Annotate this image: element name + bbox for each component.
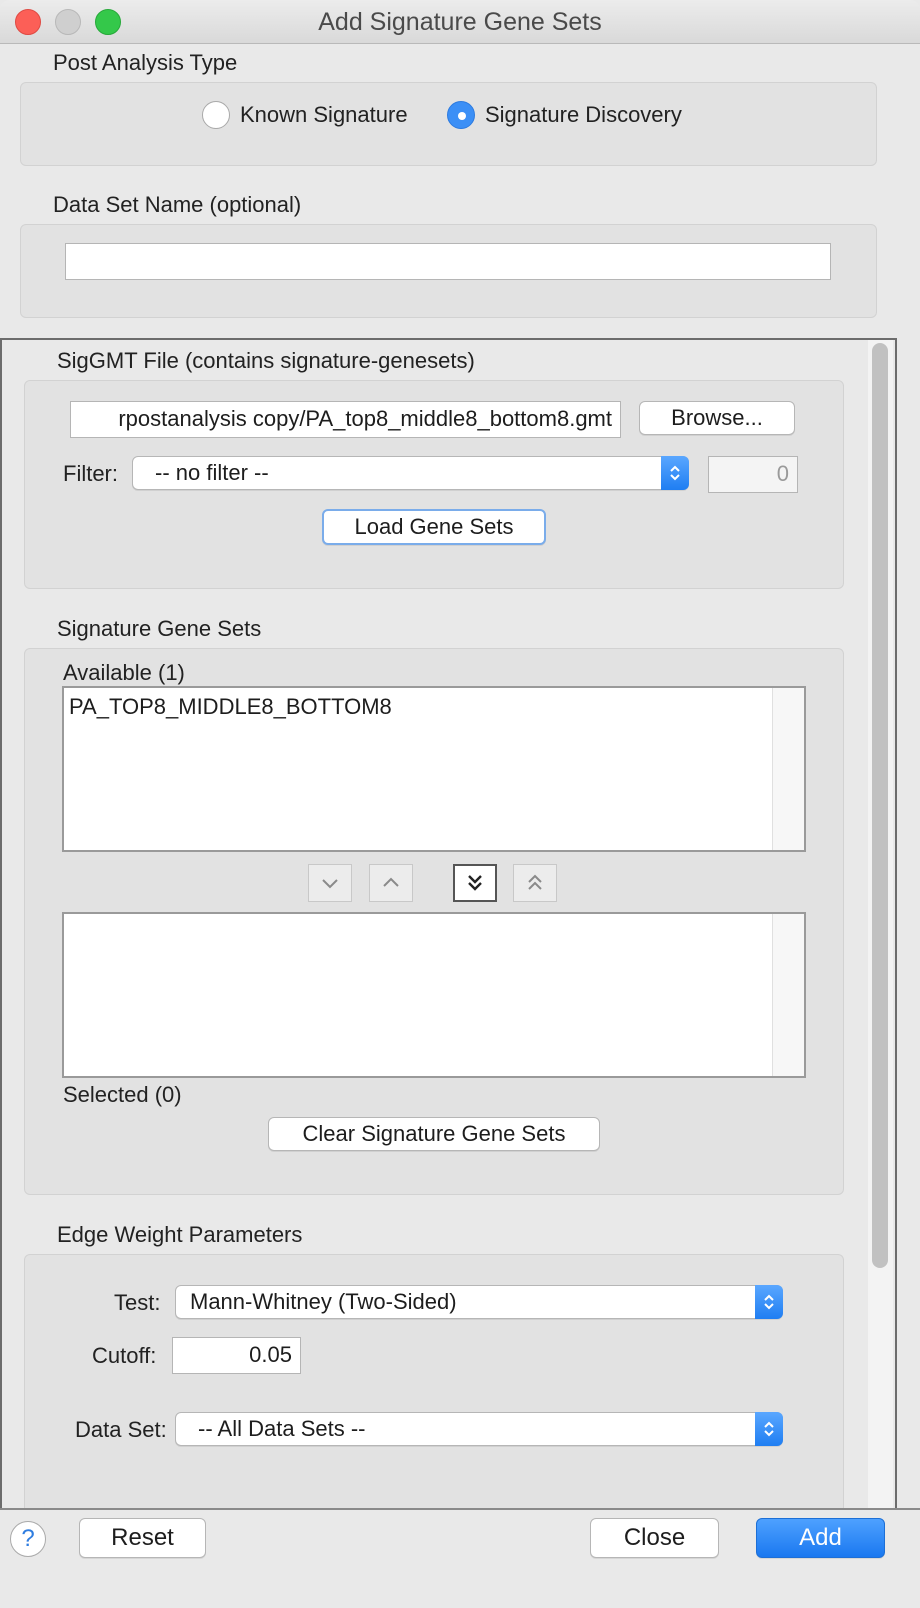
load-gene-sets-button[interactable]: Load Gene Sets xyxy=(322,509,546,545)
chevron-up-icon xyxy=(383,877,399,887)
post-analysis-type-label: Post Analysis Type xyxy=(53,50,238,75)
help-icon[interactable]: ? xyxy=(10,1521,46,1557)
test-label: Test: xyxy=(114,1290,161,1315)
filter-select-value: -- no filter -- xyxy=(155,460,269,485)
edge-weight-parameters-label: Edge Weight Parameters xyxy=(57,1222,303,1247)
signature-discovery-label[interactable]: Signature Discovery xyxy=(485,102,682,128)
close-button[interactable]: Close xyxy=(590,1518,719,1558)
siggmt-file-input[interactable]: rpostanalysis copy/PA_top8_middle8_botto… xyxy=(70,401,621,438)
scrollbar-thumb[interactable] xyxy=(872,343,888,1268)
updown-chevron-icon xyxy=(755,1285,783,1319)
chevron-down-icon xyxy=(322,879,338,889)
reset-button[interactable]: Reset xyxy=(79,1518,206,1558)
siggmt-file-path: rpostanalysis copy/PA_top8_middle8_botto… xyxy=(118,406,612,431)
filter-label: Filter: xyxy=(63,461,118,486)
window-title: Add Signature Gene Sets xyxy=(318,8,602,36)
available-list-scrollbar[interactable] xyxy=(772,688,804,850)
filter-select[interactable]: -- no filter -- xyxy=(132,456,689,490)
dataset-select[interactable]: -- All Data Sets -- xyxy=(175,1412,783,1446)
list-item[interactable]: PA_TOP8_MIDDLE8_BOTTOM8 xyxy=(69,694,392,720)
selected-list-scrollbar[interactable] xyxy=(772,914,804,1076)
double-chevron-down-icon xyxy=(468,875,482,891)
known-signature-radio[interactable] xyxy=(202,101,230,129)
dataset-name-label: Data Set Name (optional) xyxy=(53,192,302,217)
browse-button[interactable]: Browse... xyxy=(639,401,795,435)
available-label: Available (1) xyxy=(63,660,185,685)
known-signature-label[interactable]: Known Signature xyxy=(240,102,408,128)
signature-gene-sets-label: Signature Gene Sets xyxy=(57,616,262,641)
dataset-select-value: -- All Data Sets -- xyxy=(198,1416,366,1441)
move-down-button[interactable] xyxy=(308,864,352,902)
clear-signature-gene-sets-button[interactable]: Clear Signature Gene Sets xyxy=(268,1117,600,1151)
double-chevron-up-icon xyxy=(528,874,542,890)
cutoff-label: Cutoff: xyxy=(92,1343,157,1368)
dataset-label: Data Set: xyxy=(75,1417,167,1442)
dataset-name-input[interactable] xyxy=(65,243,831,280)
add-button[interactable]: Add xyxy=(756,1518,885,1558)
updown-chevron-icon xyxy=(661,456,689,490)
selected-list[interactable] xyxy=(62,912,806,1078)
available-list[interactable]: PA_TOP8_MIDDLE8_BOTTOM8 xyxy=(62,686,806,852)
test-select-value: Mann-Whitney (Two-Sided) xyxy=(190,1289,457,1314)
move-all-down-button[interactable] xyxy=(453,864,497,902)
updown-chevron-icon xyxy=(755,1412,783,1446)
selected-label: Selected (0) xyxy=(63,1082,182,1107)
signature-discovery-radio[interactable] xyxy=(447,101,475,129)
test-select[interactable]: Mann-Whitney (Two-Sided) xyxy=(175,1285,783,1319)
move-all-up-button[interactable] xyxy=(513,864,557,902)
move-up-button[interactable] xyxy=(369,864,413,902)
cutoff-input[interactable]: 0.05 xyxy=(172,1337,301,1374)
filter-count-field: 0 xyxy=(708,456,798,493)
post-analysis-type-panel xyxy=(20,82,877,166)
siggmt-file-label: SigGMT File (contains signature-genesets… xyxy=(57,348,475,373)
